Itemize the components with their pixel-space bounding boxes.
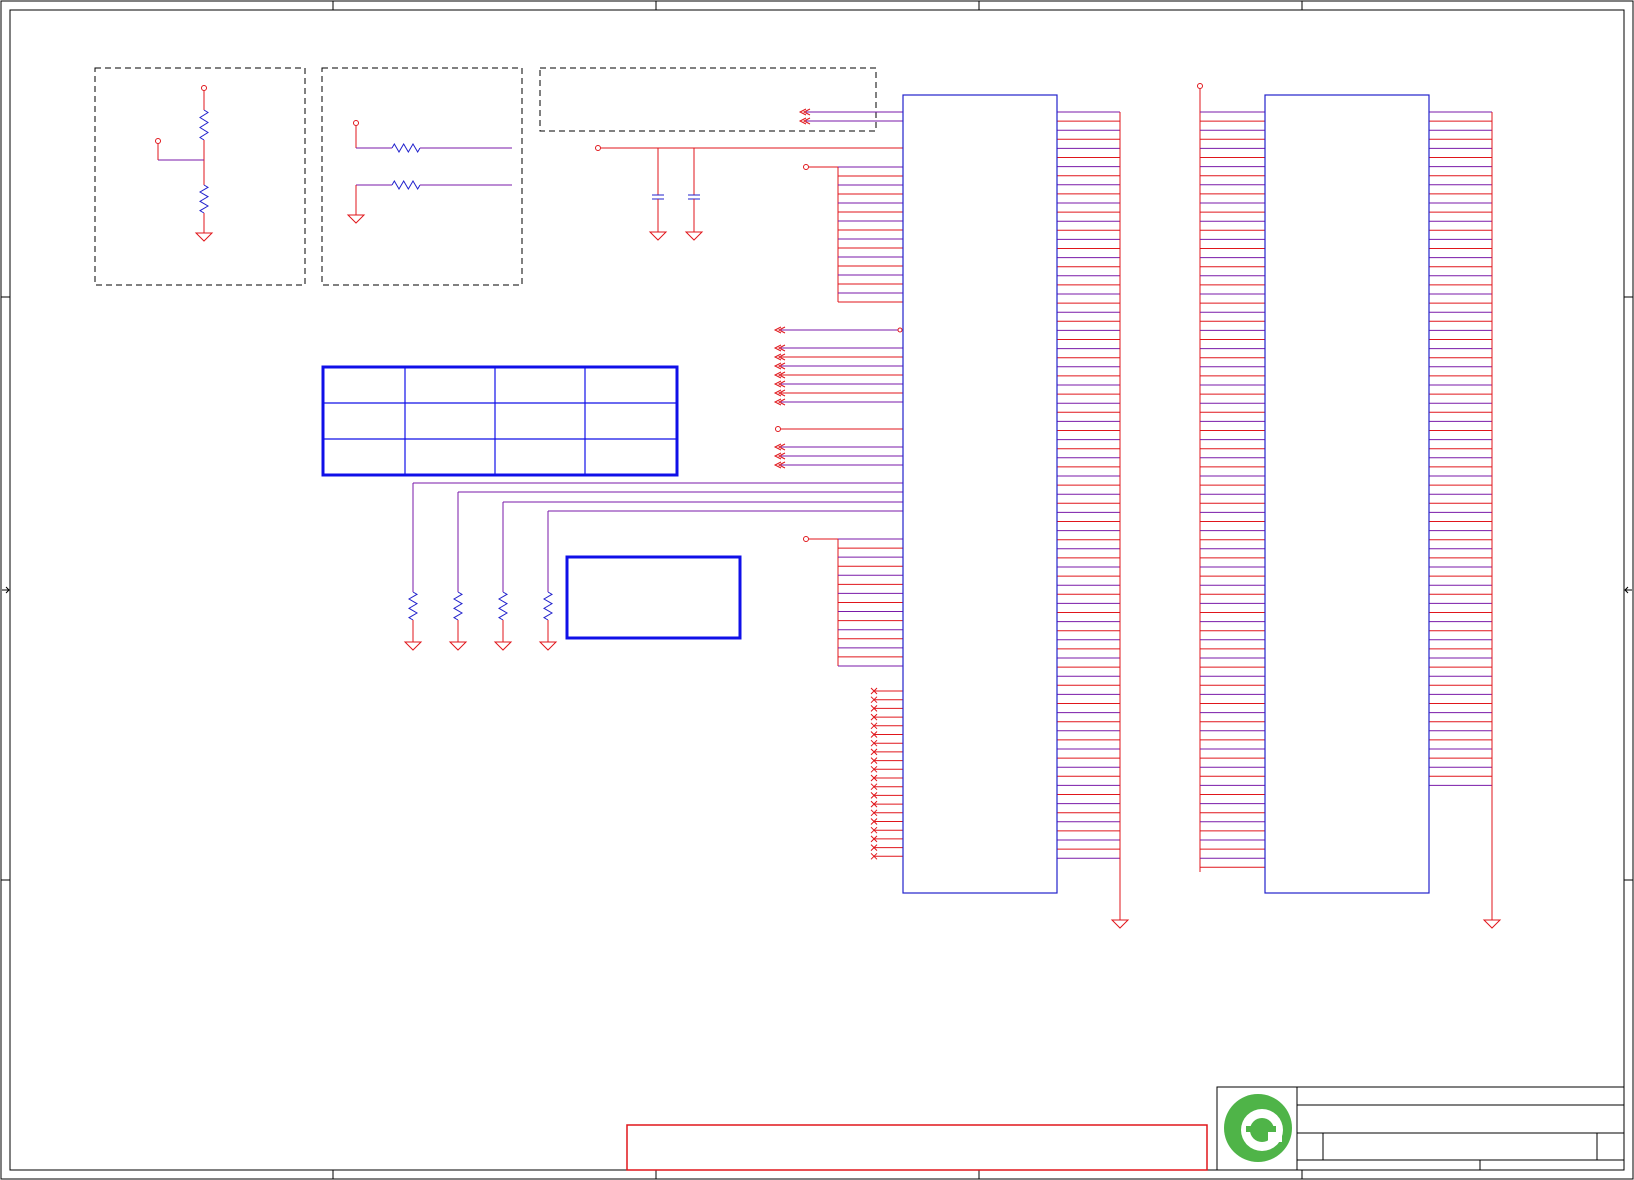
ground-icon — [648, 231, 668, 241]
warning-box — [626, 1124, 1208, 1171]
ic-block-left — [902, 94, 1058, 894]
ground-icon — [346, 214, 366, 224]
resistor-icon — [453, 591, 463, 621]
ground-icon — [493, 641, 513, 651]
green-e-logo-icon — [1224, 1094, 1292, 1162]
ground-icon — [1482, 919, 1502, 929]
ground-icon — [684, 231, 704, 241]
resistor-icon — [498, 591, 508, 621]
ground-icon — [538, 641, 558, 651]
power-port-icon — [353, 120, 359, 126]
resistor-icon — [199, 184, 209, 214]
dashed-boxes — [94, 67, 877, 286]
sheet-frame — [0, 0, 1634, 1180]
resistor-icon — [391, 143, 421, 153]
resistor-icon — [543, 591, 553, 621]
power-port-icon — [595, 145, 601, 151]
power-port-icon — [803, 536, 809, 542]
config-table — [321, 365, 679, 477]
resistor-icon — [199, 109, 209, 141]
ground-icon — [403, 641, 423, 651]
ground-icon — [194, 232, 214, 242]
resistor-icon — [408, 591, 418, 621]
ground-icon — [448, 641, 468, 651]
wire-layer — [155, 83, 1502, 929]
resistor-icon — [391, 180, 421, 190]
schematic-sheet — [0, 0, 1634, 1180]
power-port-icon — [155, 138, 161, 144]
power-port-icon — [201, 85, 207, 91]
note-box — [565, 555, 742, 640]
ground-icon — [1110, 919, 1130, 929]
junction-icon — [897, 327, 903, 333]
power-port-icon — [1197, 83, 1203, 89]
ic-block-right — [1264, 94, 1430, 894]
power-port-icon — [803, 164, 809, 170]
power-port-icon — [775, 426, 781, 432]
